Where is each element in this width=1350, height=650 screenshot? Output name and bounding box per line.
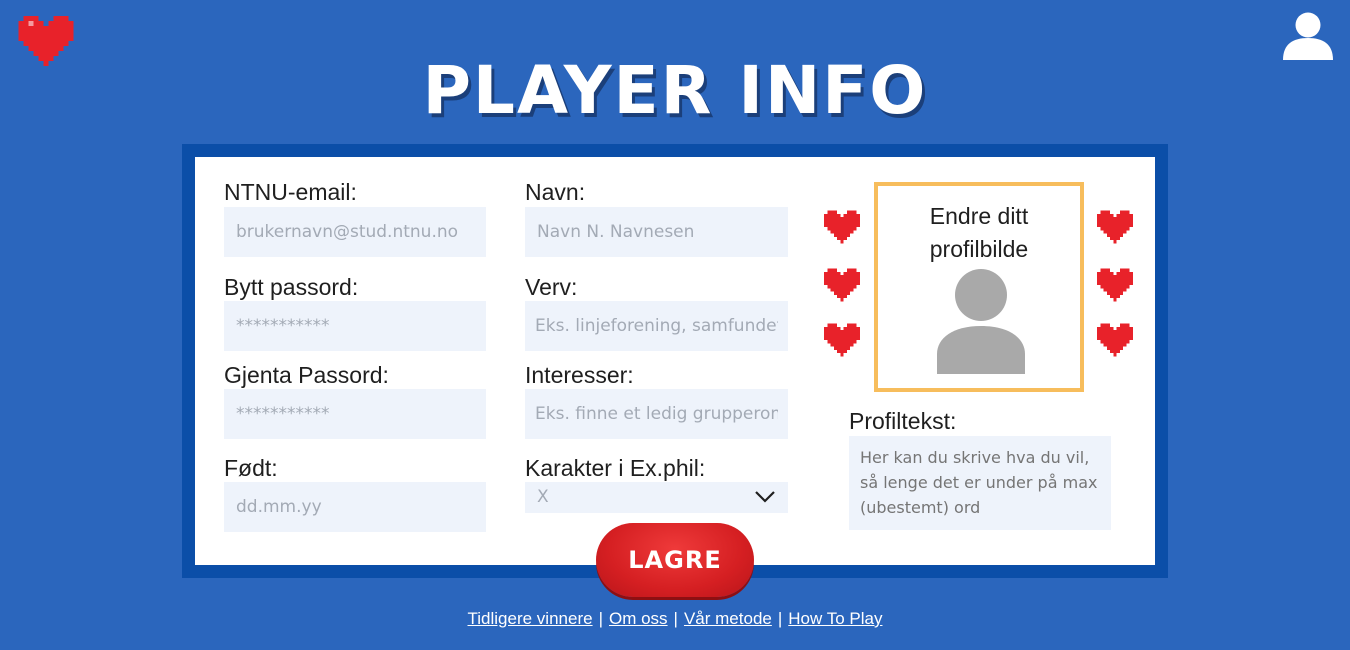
role-field[interactable] (525, 301, 788, 351)
role-label: Verv: (525, 274, 578, 300)
grade-select-value: X (537, 487, 549, 507)
avatar-caption-line2: profilbilde (929, 236, 1029, 262)
footer-link-previous-winners[interactable]: Tidligere vinnere (468, 609, 593, 628)
footer-links: Tidligere vinnere | Om oss | Vår metode | How … (0, 609, 1350, 629)
grade-select[interactable]: X (525, 482, 788, 513)
email-label: NTNU-email: (224, 179, 357, 205)
footer-link-method[interactable]: Vår metode (684, 609, 772, 628)
chevron-down-icon (755, 491, 775, 503)
avatar-caption-line1: Endre ditt (929, 203, 1029, 229)
password-label: Bytt passord: (224, 274, 359, 300)
interests-label: Interesser: (525, 362, 634, 388)
footer-separator: | (673, 609, 678, 628)
footer-link-about[interactable]: Om oss (609, 609, 668, 628)
footer-separator: | (777, 609, 783, 628)
save-button[interactable]: LAGRE (596, 523, 754, 597)
page-title: PLAYER INFO (422, 52, 928, 129)
pixel-heart-icon (824, 268, 860, 302)
profile-text-field[interactable] (849, 436, 1111, 530)
pixel-heart-icon (1097, 323, 1133, 357)
change-avatar-button[interactable]: Endre ditt profilbilde (874, 182, 1084, 392)
born-field[interactable] (224, 482, 486, 532)
pixel-heart-icon (1097, 210, 1133, 244)
email-field[interactable] (224, 207, 486, 257)
grade-label: Karakter i Ex.phil: (525, 455, 706, 481)
name-label: Navn: (525, 179, 586, 205)
interests-field[interactable] (525, 389, 788, 439)
pixel-heart-icon (824, 323, 860, 357)
pixel-heart-icon (824, 210, 860, 244)
profile-text-label: Profiltekst: (849, 408, 957, 434)
footer-link-how-to-play[interactable]: How To Play (788, 609, 882, 628)
repeat-password-label: Gjenta Passord: (224, 362, 389, 388)
password-field[interactable] (224, 301, 486, 351)
footer-separator: | (598, 609, 603, 628)
pixel-heart-icon (1097, 268, 1133, 302)
repeat-password-field[interactable] (224, 389, 486, 439)
avatar-placeholder-icon (937, 269, 1025, 374)
born-label: Født: (224, 455, 278, 481)
name-field[interactable] (525, 207, 788, 257)
avatar-caption: Endre ditt profilbilde (878, 200, 1080, 266)
